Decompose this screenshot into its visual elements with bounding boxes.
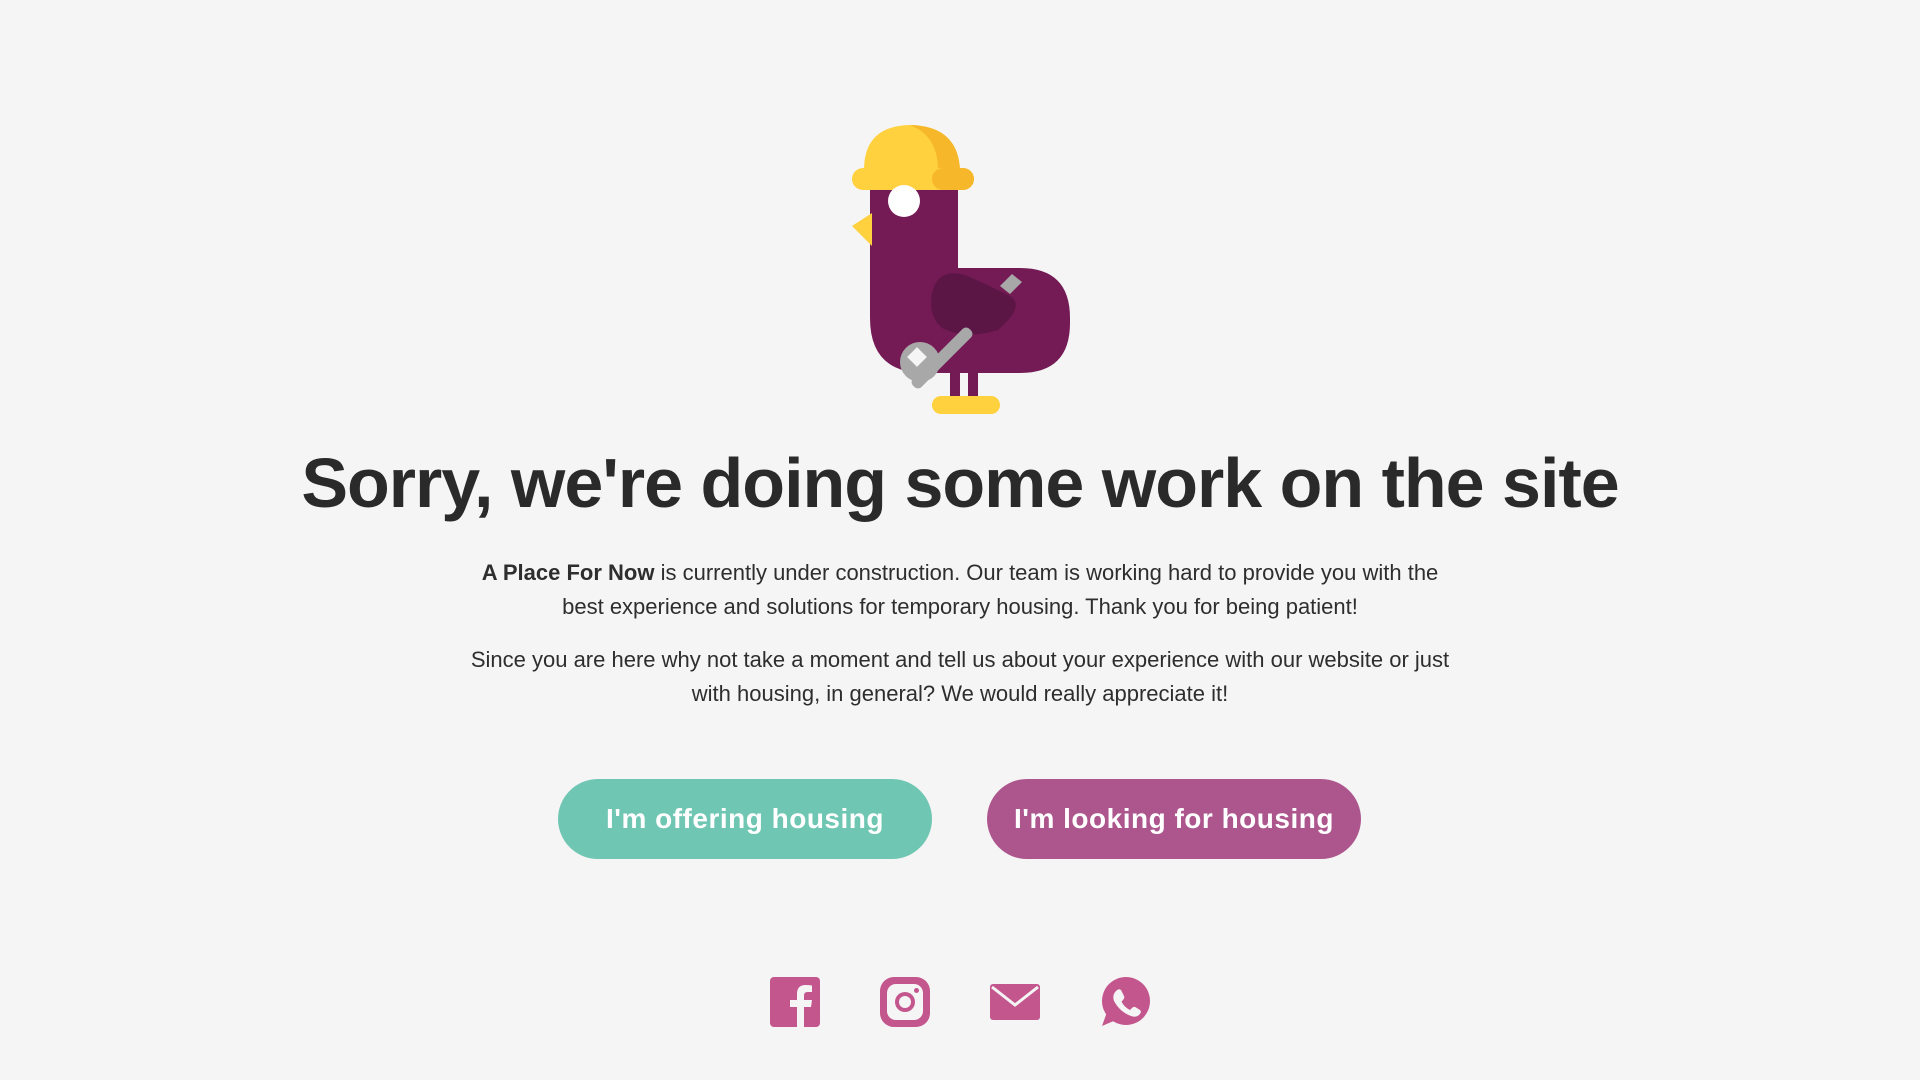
construction-bird-illustration	[852, 125, 1070, 414]
offering-housing-button[interactable]: I'm offering housing	[558, 779, 932, 859]
page-title: Sorry, we're doing some work on the site	[301, 444, 1619, 522]
intro-text: is currently under construction. Our tea…	[562, 560, 1439, 619]
facebook-link[interactable]	[769, 976, 821, 1028]
instagram-link[interactable]	[879, 976, 931, 1028]
social-links	[0, 976, 1920, 1028]
intro-paragraph: A Place For Now is currently under const…	[460, 556, 1460, 624]
email-link[interactable]	[989, 976, 1041, 1028]
whatsapp-link[interactable]	[1099, 976, 1151, 1028]
instagram-icon	[880, 977, 930, 1027]
feedback-paragraph: Since you are here why not take a moment…	[470, 647, 1450, 706]
whatsapp-icon	[1102, 977, 1150, 1026]
facebook-icon	[770, 977, 820, 1027]
brand-name: A Place For Now	[481, 560, 655, 585]
maintenance-page: Sorry, we're doing some work on the site…	[0, 0, 1920, 1080]
looking-for-housing-button[interactable]: I'm looking for housing	[987, 779, 1361, 859]
mail-icon	[990, 984, 1040, 1020]
